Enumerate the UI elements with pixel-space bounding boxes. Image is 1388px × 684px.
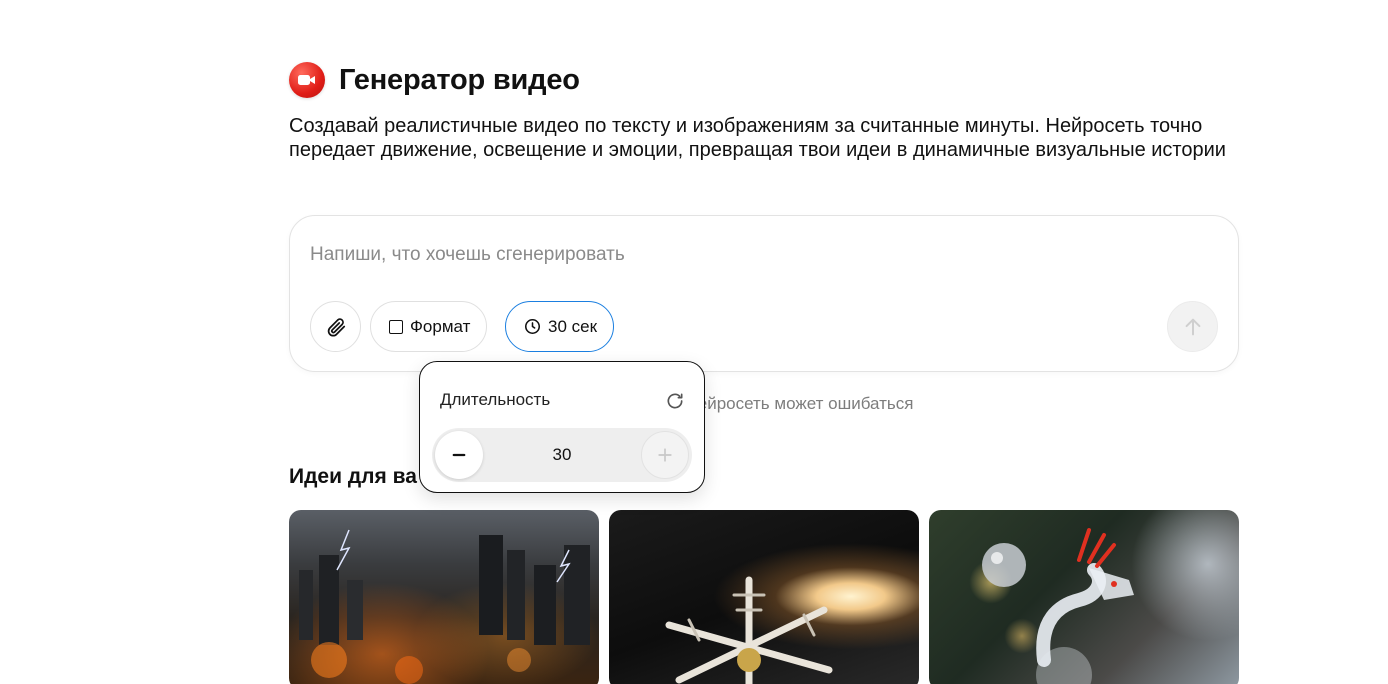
duration-popover: Длительность 30 [419, 361, 705, 493]
arrow-up-icon [1185, 318, 1200, 335]
idea-card-snowflake[interactable] [609, 510, 919, 684]
format-button[interactable]: Формат [370, 301, 488, 352]
ideas-title: Идеи для ва [289, 465, 417, 488]
page-description: Создавай реалистичные видео по тексту и … [289, 115, 1226, 161]
clock-icon [524, 318, 541, 335]
prompt-box: Формат 30 сек [289, 215, 1239, 372]
attach-button[interactable] [310, 301, 361, 352]
duration-value: 30 [552, 445, 572, 464]
plus-icon [658, 448, 672, 462]
duration-popover-title: Длительность [440, 390, 551, 409]
square-icon [389, 319, 403, 334]
paperclip-icon [327, 317, 345, 337]
page-title: Генератор видео [339, 63, 580, 96]
snowflake-image [665, 576, 833, 684]
refresh-icon [667, 393, 683, 409]
reset-button[interactable] [665, 391, 685, 411]
page-header: Генератор видео [289, 62, 580, 98]
format-label: Формат [410, 316, 471, 336]
city-storm-image [299, 529, 590, 684]
idea-card-storm-city[interactable] [289, 510, 599, 684]
video-camera-icon [289, 62, 325, 98]
send-button[interactable] [1167, 301, 1218, 352]
increase-button[interactable] [641, 431, 689, 479]
idea-card-glass-dragon[interactable] [929, 510, 1239, 684]
duration-button[interactable]: 30 сек [505, 301, 615, 352]
minus-icon [452, 453, 466, 457]
decrease-button[interactable] [435, 431, 483, 479]
glass-dragon-image [982, 528, 1134, 684]
prompt-input[interactable] [310, 244, 1150, 266]
duration-stepper: 30 [432, 428, 692, 482]
duration-label: 30 сек [548, 316, 598, 336]
